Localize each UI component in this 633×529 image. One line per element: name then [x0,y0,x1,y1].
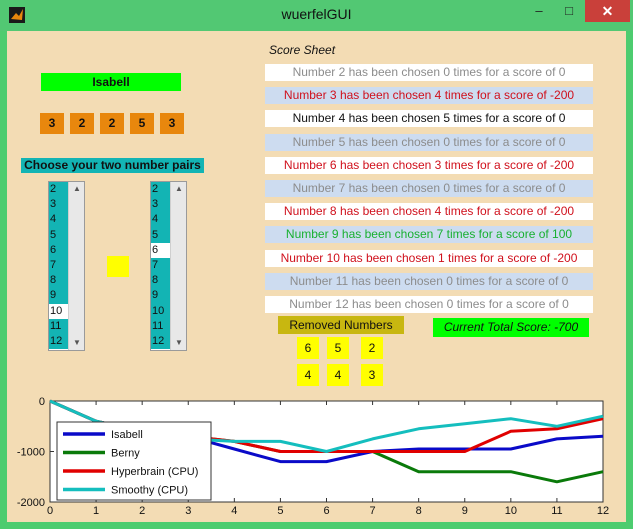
close-button[interactable]: ✕ [585,0,630,22]
list-item[interactable]: 7 [151,257,170,274]
list-item[interactable]: 10 [151,303,170,319]
score-row: Number 10 has been chosen 1 times for a … [265,249,593,267]
score-row: Number 9 has been chosen 7 times for a s… [265,226,593,244]
list-item[interactable]: 4 [49,212,68,228]
figure-area: Isabell 3 2 2 5 3 Choose your two number… [7,31,626,522]
die-1[interactable]: 3 [40,113,64,134]
removed-numbers-label: Removed Numbers [278,316,404,334]
list-item[interactable]: 4 [151,212,170,228]
legend-label: Berny [111,448,140,460]
score-row: Number 12 has been chosen 0 times for a … [265,296,593,313]
x-tick-label: 0 [47,505,53,517]
score-history-chart: 0 1 2 3 4 5 6 7 8 9 10 11 120-1000-2000IsabellBernyH… [17,396,609,517]
list-item[interactable]: 9 [151,288,170,304]
die-4[interactable]: 5 [130,113,154,134]
legend-label: Isabell [111,429,143,441]
list-item[interactable]: 6 [151,242,170,258]
removed-number: 4 [327,364,349,386]
listbox-scrollbar[interactable]: ▲ ▼ [68,182,84,350]
list-item[interactable]: 7 [49,257,68,274]
player-name-label: Isabell [41,73,181,91]
score-row: Number 11 has been chosen 0 times for a … [265,272,593,290]
x-tick-label: 10 [505,505,517,517]
die-3[interactable]: 2 [100,113,124,134]
x-tick-label: 6 [323,505,329,517]
list-item[interactable]: 3 [151,197,170,213]
removed-number: 4 [297,364,319,386]
listbox-items: 2 3 4 5 6 7 8 9 10 11 12 [151,182,170,350]
list-item[interactable]: 11 [49,318,68,334]
second-pair-listbox[interactable]: 2 3 4 5 6 7 8 9 10 11 12 ▲ ▼ [150,181,187,351]
x-tick-label: 5 [277,505,283,517]
score-row: Number 5 has been chosen 0 times for a s… [265,133,593,151]
list-item[interactable]: 5 [151,227,170,243]
score-row: Number 2 has been chosen 0 times for a s… [265,64,593,81]
scroll-down-icon[interactable]: ▼ [171,336,187,350]
scroll-down-icon[interactable]: ▼ [69,336,85,350]
removed-number: 6 [297,337,319,359]
title-bar: wuerfelGUI – □ ✕ [0,0,633,31]
score-row: Number 4 has been chosen 5 times for a s… [265,110,593,128]
x-tick-label: 4 [231,505,237,517]
scroll-up-icon[interactable]: ▲ [171,182,187,196]
list-item[interactable]: 3 [49,197,68,213]
y-tick-label: -1000 [17,447,45,459]
removed-number: 5 [327,337,349,359]
minimize-button[interactable]: – [524,0,554,22]
first-pair-listbox[interactable]: 2 3 4 5 6 7 8 9 10 11 12 ▲ ▼ [48,181,85,351]
removed-number: 3 [361,364,383,386]
list-item[interactable]: 6 [49,242,68,258]
x-tick-label: 9 [462,505,468,517]
list-item[interactable]: 11 [151,318,170,334]
die-2[interactable]: 2 [70,113,94,134]
legend-label: Hyperbrain (CPU) [111,466,198,478]
die-5[interactable]: 3 [160,113,184,134]
x-tick-label: 1 [93,505,99,517]
list-item[interactable]: 8 [151,273,170,289]
list-item[interactable]: 10 [49,303,68,319]
choose-pairs-label: Choose your two number pairs [21,158,204,173]
score-row: Number 6 has been chosen 3 times for a s… [265,156,593,174]
list-item[interactable]: 8 [49,273,68,289]
list-item[interactable]: 12 [151,333,170,350]
list-item[interactable]: 9 [49,288,68,304]
current-total-score: Current Total Score: -700 [433,318,589,337]
x-tick-label: 12 [597,505,609,517]
list-item[interactable]: 2 [151,182,170,198]
x-tick-label: 7 [370,505,376,517]
list-item[interactable]: 2 [49,182,68,198]
x-tick-label: 2 [139,505,145,517]
scroll-up-icon[interactable]: ▲ [69,182,85,196]
status-indicator [107,256,129,277]
y-tick-label: 0 [39,396,45,408]
listbox-scrollbar[interactable]: ▲ ▼ [170,182,186,350]
x-tick-label: 11 [551,505,562,517]
x-tick-label: 3 [185,505,191,517]
score-sheet-title: Score Sheet [269,43,336,57]
list-item[interactable]: 12 [49,333,68,350]
x-tick-label: 8 [416,505,422,517]
score-row: Number 8 has been chosen 4 times for a s… [265,203,593,221]
maximize-button[interactable]: □ [554,0,584,22]
listbox-items: 2 3 4 5 6 7 8 9 10 11 12 [49,182,68,350]
legend-label: Smoothy (CPU) [111,485,188,497]
score-row: Number 7 has been chosen 0 times for a s… [265,180,593,197]
score-row: Number 3 has been chosen 4 times for a s… [265,87,593,105]
list-item[interactable]: 5 [49,227,68,243]
y-tick-label: -2000 [17,497,45,509]
removed-number: 2 [361,337,383,359]
